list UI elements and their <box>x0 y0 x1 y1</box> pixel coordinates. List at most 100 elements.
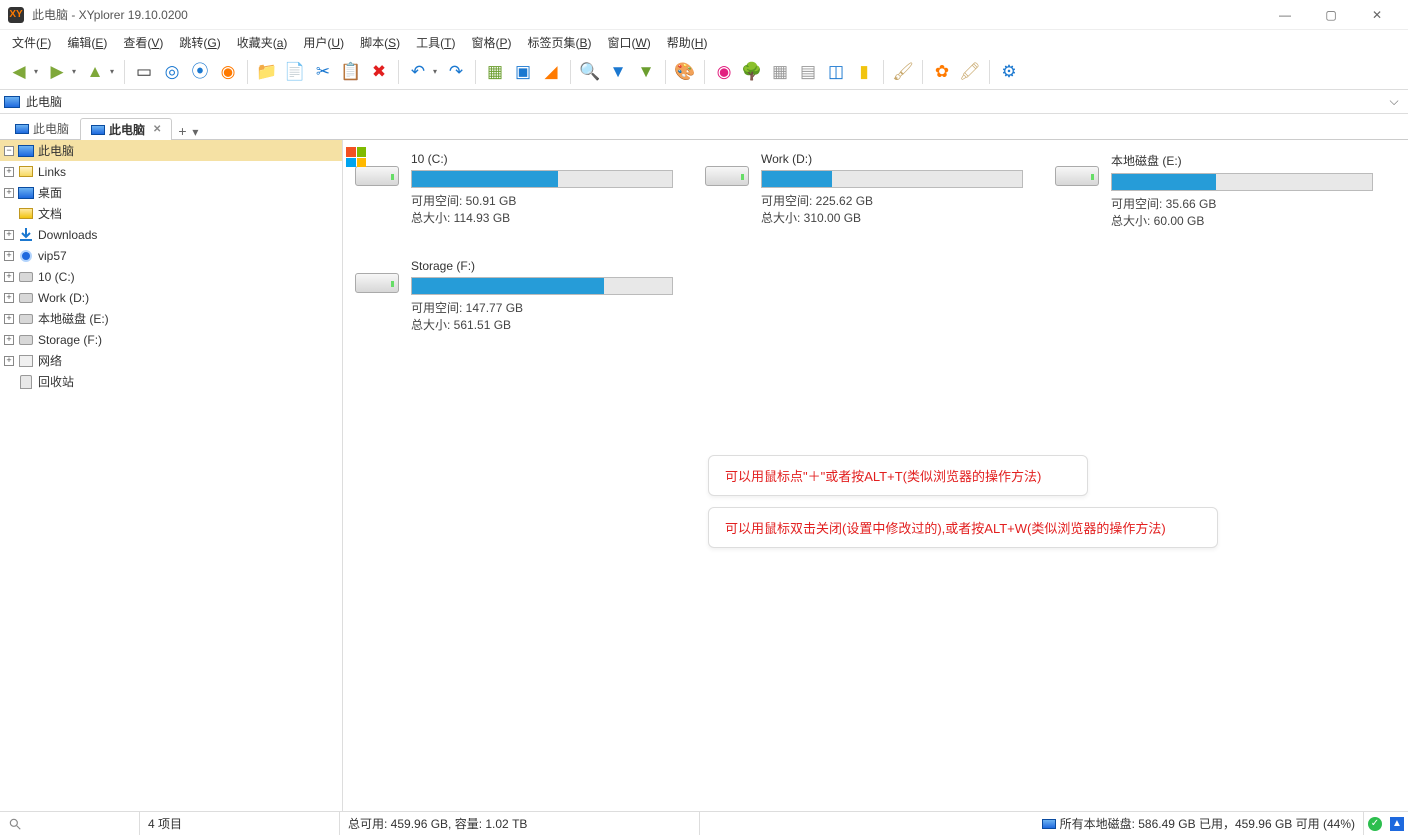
menu-v[interactable]: 查看(V) <box>115 32 171 53</box>
tree-item-1[interactable]: +Links <box>0 161 342 182</box>
brush2-button[interactable]: 🖍 <box>957 59 983 85</box>
expand-icon[interactable]: + <box>4 314 14 324</box>
status-bar: 4 项目 总可用: 459.96 GB, 容量: 1.02 TB 所有本地磁盘:… <box>0 811 1408 835</box>
target-button[interactable]: ◎ <box>159 59 185 85</box>
gear-button[interactable]: ⚙ <box>996 59 1022 85</box>
address-bar[interactable]: 此电脑 ⌵ <box>0 90 1408 114</box>
drive-3[interactable]: Storage (F:)可用空间: 147.77 GB总大小: 561.51 G… <box>353 259 673 333</box>
menu-h[interactable]: 帮助(H) <box>659 32 716 53</box>
new-tab-button[interactable]: + <box>172 123 192 139</box>
forward-icon: ▶ <box>50 63 63 80</box>
tab-list-dropdown[interactable]: ▾ <box>192 125 206 139</box>
tree-item-5[interactable]: +vip57 <box>0 245 342 266</box>
folder-add-button[interactable]: 📁 <box>254 59 280 85</box>
tree-button[interactable]: 🌳 <box>739 59 765 85</box>
tree-view-button[interactable]: ▦ <box>482 59 508 85</box>
back-button[interactable]: ◀ <box>6 59 32 85</box>
split-button[interactable]: ◫ <box>823 59 849 85</box>
expand-icon[interactable]: + <box>4 293 14 303</box>
monitor-button[interactable]: ▭ <box>131 59 157 85</box>
tree-item-0[interactable]: − 此电脑 <box>0 140 342 161</box>
app-icon: XY <box>8 7 24 23</box>
drive-0[interactable]: 10 (C:)可用空间: 50.91 GB总大小: 114.93 GB <box>353 152 673 229</box>
tab-label: 此电脑 <box>33 120 69 137</box>
menu-a[interactable]: 收藏夹(a) <box>229 32 296 53</box>
file-add-button[interactable]: 📄 <box>282 59 308 85</box>
drive-1[interactable]: Work (D:)可用空间: 225.62 GB总大小: 310.00 GB <box>703 152 1023 229</box>
address-drop-icon[interactable]: ⌵ <box>1384 94 1404 109</box>
search-button[interactable]: 🔍 <box>577 59 603 85</box>
tab-0[interactable]: 此电脑 <box>4 117 80 139</box>
undo-button[interactable]: ↶ <box>405 59 431 85</box>
tree-item-6[interactable]: +10 (C:) <box>0 266 342 287</box>
menu-t[interactable]: 工具(T) <box>408 32 463 53</box>
menu-w[interactable]: 窗口(W) <box>599 32 658 53</box>
delete-button[interactable]: ✖ <box>366 59 392 85</box>
expand-icon[interactable]: + <box>4 230 14 240</box>
filter2-button[interactable]: ▼ <box>633 59 659 85</box>
expand-icon[interactable]: + <box>4 251 14 261</box>
flower-button[interactable]: ✿ <box>929 59 955 85</box>
brush-button[interactable]: 🖌 <box>890 59 916 85</box>
tree-item-8[interactable]: +本地磁盘 (E:) <box>0 308 342 329</box>
tip-1: 可以用鼠标双击关闭(设置中修改过的),或者按ALT+W(类似浏览器的操作方法) <box>708 507 1218 548</box>
status-search[interactable] <box>0 812 140 835</box>
copy-button[interactable]: 📋 <box>338 59 364 85</box>
expand-icon[interactable]: + <box>4 272 14 282</box>
menu-f[interactable]: 文件(F) <box>4 32 59 53</box>
expand-icon[interactable]: + <box>4 188 14 198</box>
tree-item-4[interactable]: +Downloads <box>0 224 342 245</box>
toolbar-separator <box>989 60 990 84</box>
filter-button[interactable]: ▼ <box>605 59 631 85</box>
undo-dropdown[interactable]: ▾ <box>433 67 441 76</box>
back-dropdown[interactable]: ▾ <box>34 67 42 76</box>
expand-icon[interactable]: + <box>4 167 14 177</box>
tree-label: 网络 <box>38 352 62 369</box>
net-icon <box>18 353 34 369</box>
content-pane[interactable]: 10 (C:)可用空间: 50.91 GB总大小: 114.93 GB Work … <box>343 140 1408 811</box>
tree-item-10[interactable]: + 网络 <box>0 350 342 371</box>
up-button[interactable]: ▲ <box>82 59 108 85</box>
tree-item-9[interactable]: +Storage (F:) <box>0 329 342 350</box>
select-button[interactable]: ▣ <box>510 59 536 85</box>
forward-dropdown[interactable]: ▾ <box>72 67 80 76</box>
menu-b[interactable]: 标签页集(B) <box>519 32 599 53</box>
drive-free: 可用空间: 50.91 GB <box>411 192 673 209</box>
tree-item-2[interactable]: + 桌面 <box>0 182 342 203</box>
menu-g[interactable]: 跳转(G) <box>171 32 228 53</box>
grid-button[interactable]: ▦ <box>767 59 793 85</box>
list-button[interactable]: ▤ <box>795 59 821 85</box>
menu-e[interactable]: 编辑(E) <box>59 32 115 53</box>
status-up[interactable]: ▲ <box>1386 812 1408 835</box>
palette-button[interactable]: 🎨 <box>672 59 698 85</box>
spiral-button[interactable]: ◉ <box>711 59 737 85</box>
close-icon[interactable]: ✕ <box>153 124 161 135</box>
tree-label: 桌面 <box>38 184 62 201</box>
tree-item-11[interactable]: 回收站 <box>0 371 342 392</box>
tree-item-3[interactable]: 文档 <box>0 203 342 224</box>
find-button[interactable]: ⦿ <box>187 59 213 85</box>
pizza-button[interactable]: ◢ <box>538 59 564 85</box>
target2-button[interactable]: ◉ <box>215 59 241 85</box>
menu-u[interactable]: 用户(U) <box>295 32 352 53</box>
status-ok[interactable]: ✓ <box>1364 812 1386 835</box>
forward-button[interactable]: ▶ <box>44 59 70 85</box>
up-dropdown[interactable]: ▾ <box>110 67 118 76</box>
cut-button[interactable]: ✂ <box>310 59 336 85</box>
maximize-button[interactable]: ▢ <box>1308 0 1354 30</box>
delete-icon: ✖ <box>372 63 386 80</box>
tree-item-7[interactable]: +Work (D:) <box>0 287 342 308</box>
expand-icon[interactable]: − <box>4 146 14 156</box>
block-button[interactable]: ▮ <box>851 59 877 85</box>
minimize-button[interactable]: — <box>1262 0 1308 30</box>
drive-2[interactable]: 本地磁盘 (E:)可用空间: 35.66 GB总大小: 60.00 GB <box>1053 152 1373 229</box>
tree-label: 此电脑 <box>38 142 74 159</box>
expand-icon[interactable]: + <box>4 356 14 366</box>
menu-s[interactable]: 脚本(S) <box>352 32 408 53</box>
tab-1[interactable]: 此电脑✕ <box>80 118 172 140</box>
redo-button[interactable]: ↷ <box>443 59 469 85</box>
folder-tree[interactable]: −此电脑+Links+桌面文档+Downloads+vip57+10 (C:)+… <box>0 140 343 811</box>
expand-icon[interactable]: + <box>4 335 14 345</box>
menu-p[interactable]: 窗格(P) <box>463 32 519 53</box>
close-button[interactable]: ✕ <box>1354 0 1400 30</box>
